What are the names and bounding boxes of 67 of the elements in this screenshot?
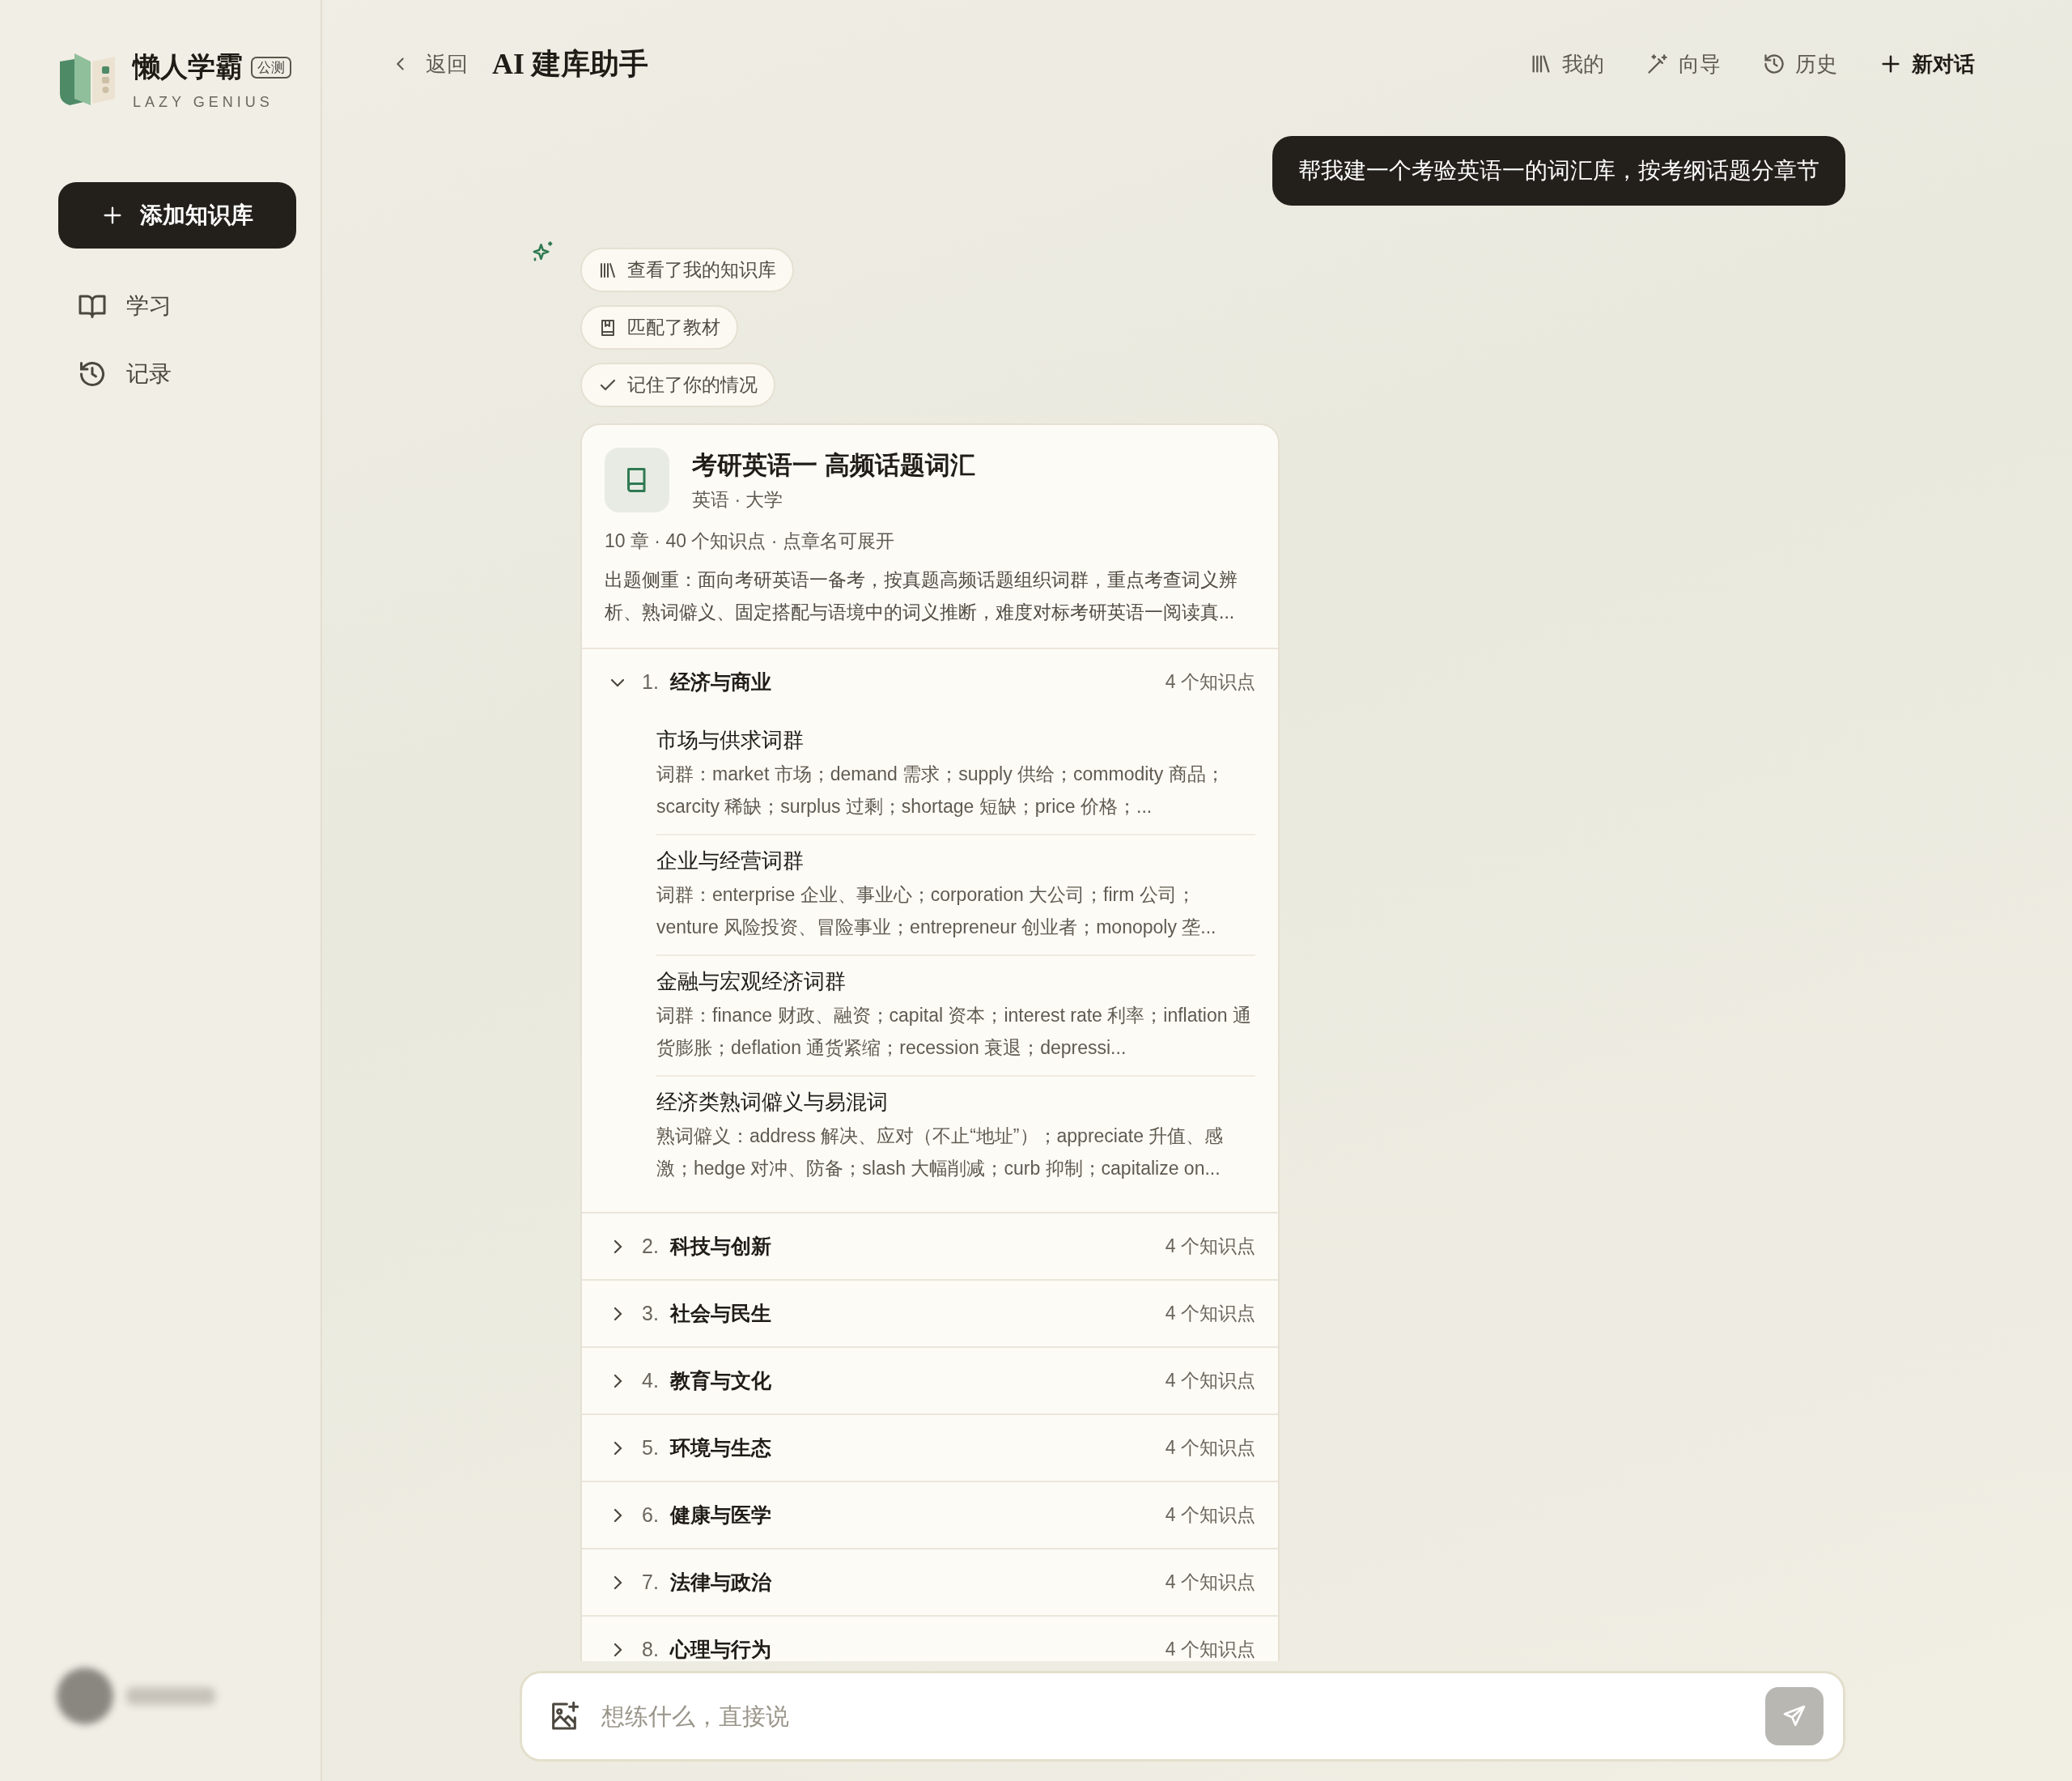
- chapter-title: 社会与民生: [669, 1301, 772, 1326]
- knowledge-point-title: 企业与经营词群: [656, 848, 805, 874]
- chapter-row[interactable]: 7. 法律与政治 4 个知识点: [582, 1549, 1278, 1615]
- back-button[interactable]: 返回: [387, 49, 473, 79]
- knowledge-point-title: 经济类熟词僻义与易混词: [656, 1089, 889, 1116]
- card-subtitle: 英语 · 大学: [692, 487, 784, 512]
- history-icon: [1763, 53, 1785, 75]
- chapter-count: 4 个知识点: [1165, 1571, 1255, 1594]
- chapter-count: 4 个知识点: [1165, 1503, 1255, 1527]
- chapter-row[interactable]: 4. 教育与文化 4 个知识点: [582, 1348, 1278, 1413]
- message-input[interactable]: 想练什么，直接说: [600, 1702, 1746, 1731]
- beta-badge: 公测: [251, 56, 291, 79]
- chapter-count: 4 个知识点: [1165, 670, 1255, 694]
- chapter-row[interactable]: 6. 健康与医学 4 个知识点: [582, 1482, 1278, 1548]
- add-knowledge-base-button[interactable]: 添加知识库: [58, 182, 296, 249]
- chapter-number: 1.: [642, 670, 659, 694]
- card-title: 考研英语一 高频话题词汇: [692, 449, 975, 481]
- message-input-bar[interactable]: 想练什么，直接说: [520, 1671, 1845, 1762]
- knowledge-point-description: 词群：finance 财政、融资；capital 资本；interest rate 利率；inflation 通货膨胀；deflation 通货紧缩；recession 衰退；depressi...: [656, 1004, 1252, 1060]
- chapter-row[interactable]: 5. 环境与生态 4 个知识点: [582, 1415, 1278, 1481]
- step-label: 查看了我的知识库: [627, 258, 776, 282]
- chapter-number: 2.: [642, 1235, 659, 1258]
- brand-tagline: LAZY GENIUS: [133, 94, 274, 111]
- page-title: AI 建库助手: [492, 46, 648, 82]
- knowledge-point-title: 金融与宏观经济词群: [656, 968, 847, 995]
- chapter-row[interactable]: 3. 社会与民生 4 个知识点: [582, 1281, 1278, 1346]
- chapter-row[interactable]: 8. 心理与行为 4 个知识点: [582, 1617, 1278, 1661]
- send-button[interactable]: [1765, 1687, 1824, 1745]
- chapter-title: 心理与行为: [669, 1637, 772, 1661]
- magic-wand-icon: [1646, 53, 1669, 75]
- sidebar-item[interactable]: 学习: [58, 284, 191, 328]
- chapter-number: 8.: [642, 1638, 659, 1661]
- chapter-count: 4 个知识点: [1165, 1436, 1255, 1460]
- brand-name: 懒人学霸: [133, 50, 243, 83]
- chapter-number: 6.: [642, 1503, 659, 1527]
- header-action[interactable]: 历史: [1758, 49, 1842, 79]
- history-icon: [78, 359, 107, 389]
- chapter-number: 5.: [642, 1436, 659, 1460]
- knowledge-point-description: 熟词僻义：address 解决、应对（不止“地址”）；appreciate 升值、感激；hedge 对冲、防备；slash 大幅削减；curb 抑制；capitalize on...: [656, 1124, 1225, 1180]
- chapter-count: 4 个知识点: [1165, 1638, 1255, 1661]
- header-action[interactable]: 向导: [1641, 49, 1726, 79]
- card-description: 出题侧重：面向考研英语一备考，按真题高频话题组织词群，重点考查词义辨析、熟词僻义、固定搭配与语境中的词义推断，难度对标考研英语一阅读真...: [605, 568, 1238, 624]
- sidebar-item[interactable]: 记录: [58, 352, 191, 396]
- chapter-title: 经济与商业: [669, 669, 772, 695]
- chapter-count: 4 个知识点: [1165, 1302, 1255, 1325]
- chapter-number: 4.: [642, 1369, 659, 1392]
- step-label: 记住了你的情况: [627, 373, 758, 397]
- chapter-number: 7.: [642, 1571, 659, 1594]
- chapter-row[interactable]: 2. 科技与创新 4 个知识点: [582, 1214, 1278, 1279]
- step-label: 匹配了教材: [627, 316, 720, 339]
- avatar: [57, 1668, 113, 1724]
- user-message: 帮我建一个考验英语一的词汇库，按考纲话题分章节: [1272, 136, 1845, 206]
- chapter-title: 教育与文化: [669, 1368, 772, 1393]
- chapter-title: 法律与政治: [669, 1570, 772, 1595]
- chapter-number: 3.: [642, 1302, 659, 1325]
- chapter-title: 科技与创新: [669, 1234, 772, 1259]
- card-meta: 10 章 · 40 个知识点 · 点章名可展开: [605, 529, 895, 553]
- chapter-title: 环境与生态: [669, 1435, 772, 1460]
- chapter-row[interactable]: 1. 经济与商业 4 个知识点: [582, 649, 1278, 715]
- knowledge-point-description: 词群：market 市场；demand 需求；supply 供给；commodity 商品；scarcity 稀缺；surplus 过剩；shortage 短缺；price 价格；...: [656, 763, 1225, 818]
- header-action[interactable]: 新对话: [1875, 49, 1980, 79]
- knowledge-point-description: 词群：enterprise 企业、事业心；corporation 大公司；firm 公司；venture 风险投资、冒险事业；entrepreneur 创业者；monopoly 垄...: [656, 883, 1217, 939]
- chapter-count: 4 个知识点: [1165, 1369, 1255, 1392]
- knowledge-point-title: 市场与供求词群: [656, 727, 805, 754]
- chapter-count: 4 个知识点: [1165, 1235, 1255, 1258]
- chapter-title: 健康与医学: [669, 1503, 772, 1528]
- header-action[interactable]: 我的: [1525, 49, 1609, 79]
